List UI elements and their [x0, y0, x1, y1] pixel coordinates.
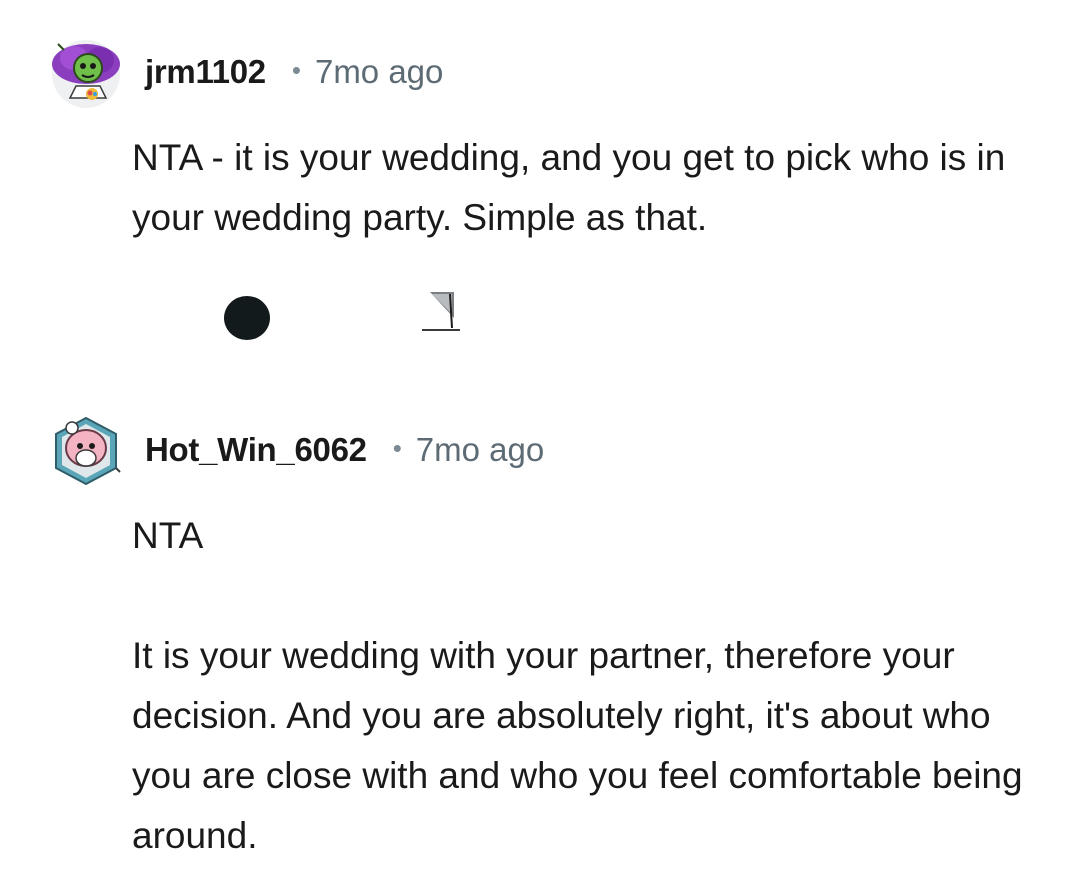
- username[interactable]: jrm1102: [145, 53, 266, 91]
- separator-dot: •: [392, 432, 402, 463]
- comment-meta: Hot_Win_6062 • 7mo ago: [145, 430, 544, 470]
- user-avatar[interactable]: [50, 414, 122, 486]
- timestamp: 7mo ago: [314, 53, 444, 90]
- reddit-avatar-purple-hair-icon: [52, 40, 120, 108]
- dot-button[interactable]: [224, 296, 270, 340]
- comment-body: NTA It is your wedding with your partner…: [132, 506, 1032, 866]
- comment-paragraph: NTA - it is your wedding, and you get to…: [132, 137, 1006, 238]
- user-avatar[interactable]: [50, 36, 122, 108]
- comment-paragraph: NTA: [132, 515, 204, 556]
- comment-meta: jrm1102 • 7mo ago: [145, 52, 443, 92]
- separator-dot: •: [291, 54, 301, 85]
- flag-icon[interactable]: [420, 288, 464, 334]
- comment-body: NTA - it is your wedding, and you get to…: [132, 128, 1032, 248]
- reddit-avatar-pink-helmet-icon: [55, 416, 121, 486]
- comment-paragraph: It is your wedding with your partner, th…: [132, 635, 1023, 856]
- username[interactable]: Hot_Win_6062: [145, 431, 367, 469]
- timestamp: 7mo ago: [415, 431, 545, 468]
